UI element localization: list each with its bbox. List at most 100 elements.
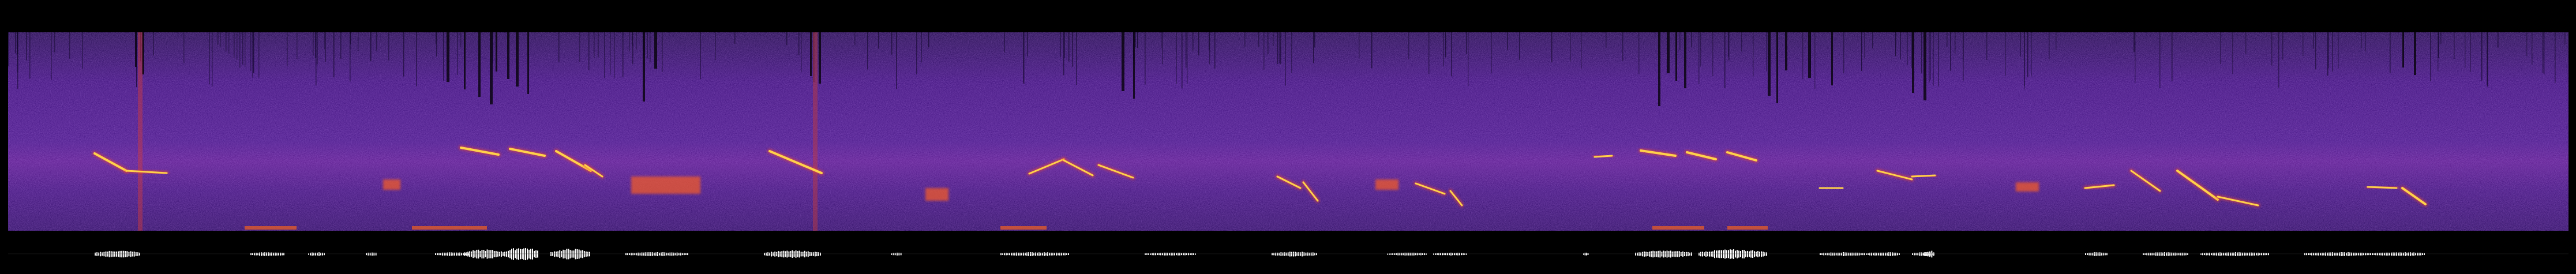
audio-visualization — [0, 0, 2576, 274]
streak — [17, 32, 18, 55]
streak — [1280, 32, 1281, 65]
streak — [1667, 32, 1670, 73]
streak — [1428, 32, 1430, 74]
streak — [1606, 32, 1607, 48]
streak — [1911, 32, 1912, 69]
streak — [1145, 32, 1146, 85]
streak — [598, 32, 599, 58]
streak — [370, 32, 372, 62]
streak — [1258, 32, 1259, 47]
streak — [1451, 32, 1452, 77]
streak — [252, 32, 253, 78]
call-stroke — [1911, 174, 1936, 178]
streak — [2049, 32, 2050, 60]
streak — [460, 32, 462, 47]
streak — [1408, 32, 1409, 59]
streak — [1122, 32, 1124, 91]
streak — [2390, 32, 2391, 73]
call-cluster — [2016, 182, 2039, 192]
streak — [153, 32, 154, 56]
call-stroke — [1593, 155, 1613, 158]
streak — [1076, 32, 1077, 85]
streak — [1963, 32, 1964, 81]
band-segment — [1000, 226, 1047, 230]
streak — [136, 32, 137, 88]
streak — [604, 32, 605, 78]
streak — [228, 32, 230, 54]
streak — [457, 32, 458, 75]
streak — [734, 32, 736, 44]
streak — [2303, 32, 2304, 57]
streak — [1193, 32, 1194, 51]
streak — [29, 32, 31, 79]
streak — [69, 32, 70, 59]
streak — [1766, 32, 1767, 72]
streak — [1162, 32, 1163, 65]
streak — [209, 32, 210, 85]
streak — [2414, 32, 2416, 75]
streak — [1244, 32, 1246, 47]
streak — [1507, 32, 1508, 50]
streak — [1810, 32, 1811, 70]
streak — [2338, 32, 2339, 69]
streak — [313, 32, 314, 56]
streak — [1313, 32, 1314, 63]
streak — [1445, 32, 1446, 58]
call-cluster — [925, 188, 948, 201]
streak — [218, 32, 219, 45]
streak — [2532, 32, 2533, 65]
streak — [715, 32, 716, 61]
streak — [239, 32, 241, 68]
streak — [1622, 32, 1623, 61]
streak — [1186, 32, 1187, 68]
streak — [492, 32, 493, 63]
streak — [1684, 32, 1686, 88]
call-stroke — [2367, 186, 2398, 189]
streak — [854, 32, 856, 46]
streak — [2555, 32, 2556, 83]
call-cluster — [1375, 179, 1398, 190]
streak — [1724, 32, 1726, 88]
streak — [1900, 32, 1901, 60]
streak — [1912, 32, 1914, 93]
streak — [1551, 32, 1553, 63]
streak — [2056, 32, 2057, 50]
streak — [416, 32, 417, 87]
streak — [810, 32, 812, 76]
band-segment — [412, 226, 487, 230]
streak — [2526, 32, 2528, 57]
streak — [245, 32, 246, 67]
streak — [315, 32, 316, 58]
streak — [1986, 32, 1988, 61]
streak — [1955, 32, 1956, 54]
streak — [867, 32, 868, 70]
streak — [2365, 32, 2366, 52]
streak — [654, 32, 657, 69]
streak — [662, 32, 663, 73]
streak — [1741, 32, 1742, 52]
streak — [928, 32, 929, 48]
streak — [1712, 32, 1713, 77]
streak — [1947, 32, 1948, 47]
streak — [1176, 32, 1177, 84]
streak — [2544, 32, 2545, 74]
streak — [297, 32, 298, 59]
streak — [1872, 32, 1873, 49]
streak — [878, 32, 879, 49]
broadband-line — [813, 32, 818, 231]
streak — [447, 32, 449, 82]
streak — [2361, 32, 2362, 48]
streak — [2315, 32, 2316, 70]
streak — [2327, 32, 2328, 76]
streak — [2454, 32, 2455, 59]
streak — [1314, 32, 1315, 48]
streak — [333, 32, 335, 78]
streak — [242, 32, 243, 65]
streak — [15, 32, 16, 54]
streak — [2245, 32, 2247, 54]
streak — [2172, 32, 2173, 81]
streak — [1776, 32, 1778, 103]
streak — [1187, 32, 1188, 84]
streak — [1359, 32, 1360, 59]
streak — [527, 32, 529, 94]
